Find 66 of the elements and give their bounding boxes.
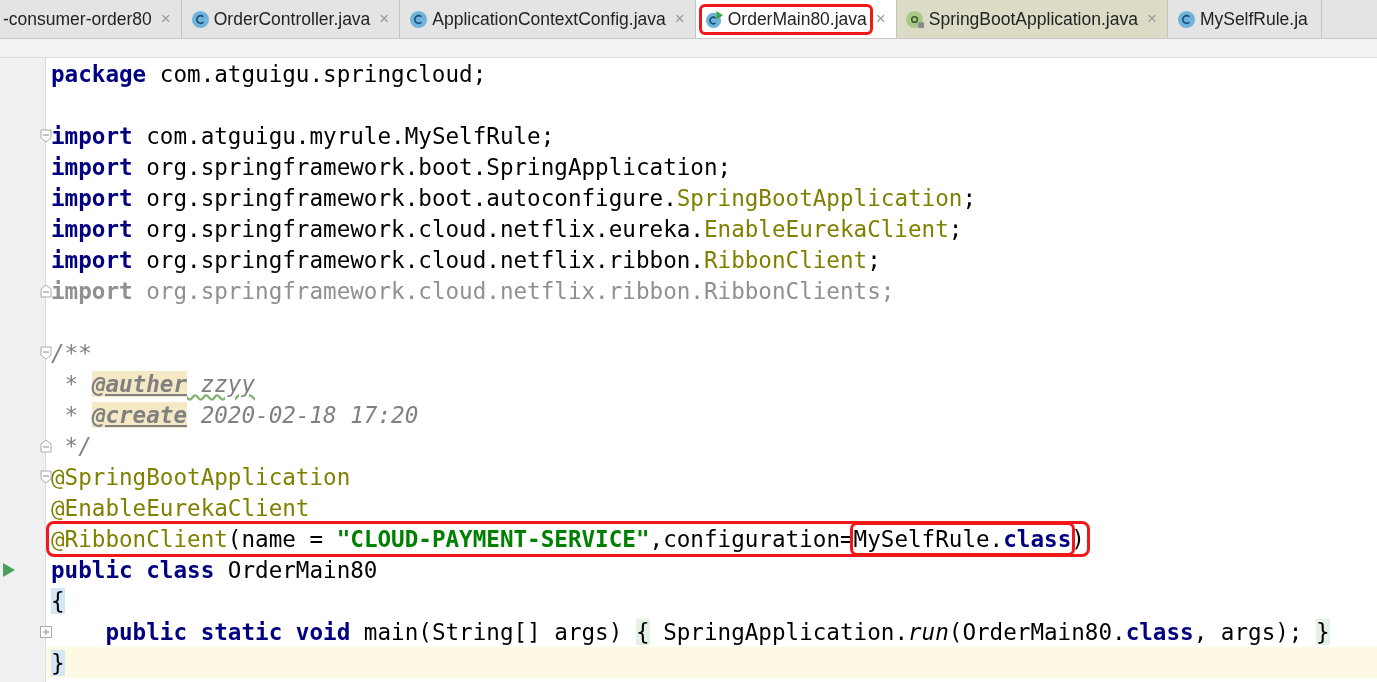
annotation: RibbonClient (703, 246, 868, 273)
brace: } (51, 649, 65, 676)
run-icon[interactable] (2, 561, 16, 578)
folded-brace: { (635, 618, 650, 645)
code-text: ; (948, 215, 963, 242)
code-text: (OrderMain80. (948, 618, 1126, 645)
class-icon (190, 9, 210, 29)
doc-comment: * (63, 401, 80, 428)
annotation: SpringBootApplication (676, 184, 963, 211)
highlight-box: MySelfRule.class (853, 525, 1072, 552)
editor-tab[interactable]: SpringBootApplication.java × (896, 0, 1168, 38)
class-icon (409, 9, 429, 29)
editor-tab[interactable]: OrderMain80.java × (695, 0, 897, 38)
code-text: OrderMain80 (226, 556, 378, 583)
code-text: com.atguigu.springcloud; (158, 60, 487, 87)
folded-brace: } (1316, 618, 1330, 645)
code-text: com.atguigu.myrule.MySelfRule; (145, 122, 555, 149)
doc-comment: 2020-02-18 17:20 (199, 401, 419, 428)
doc-comment: /** (51, 339, 92, 366)
keyword: import (51, 122, 133, 149)
doc-tag: @auther (91, 370, 188, 397)
run-class-icon (704, 9, 724, 29)
code-text: org.springframework.boot.autoconfigure. (145, 184, 677, 211)
editor-tab[interactable]: -consumer-order80 × (0, 0, 182, 38)
doc-comment: * (63, 370, 80, 397)
brace: { (51, 587, 65, 614)
annotation: @EnableEurekaClient (51, 494, 310, 521)
unused-import: import (51, 277, 133, 304)
doc-comment: zzyy (199, 370, 256, 397)
code-text: main(String[] args) (362, 618, 624, 645)
fold-end-icon[interactable] (40, 283, 52, 298)
code-text: (name = (227, 525, 325, 552)
class-icon (1176, 9, 1196, 29)
keyword: package (51, 60, 147, 87)
code-text: ) (1071, 525, 1085, 552)
annotation-lock-icon (905, 9, 925, 29)
code-text: org.springframework.cloud.netflix.eureka. (145, 215, 704, 242)
expand-icon[interactable] (40, 624, 52, 639)
code-text: ; (867, 246, 881, 273)
keyword: import (51, 184, 133, 211)
string-literal: "CLOUD-PAYMENT-SERVICE" (336, 525, 650, 552)
unused-import: org.springframework.cloud.netflix.ribbon.RibbonClients; (145, 277, 895, 304)
annotation: @RibbonClient (51, 525, 228, 552)
keyword: public static void (104, 618, 351, 645)
method-name: run (908, 618, 949, 645)
code-text: org.springframework.boot.SpringApplication; (145, 153, 732, 180)
doc-tag: @create (91, 401, 188, 428)
annotation: @SpringBootApplication (51, 463, 351, 490)
fold-icon[interactable] (40, 469, 52, 484)
fold-icon[interactable] (40, 128, 52, 143)
keyword: import (51, 215, 133, 242)
doc-comment: */ (63, 432, 92, 459)
editor-tab[interactable]: MySelfRule.ja (1167, 0, 1322, 38)
code-text: ; (962, 184, 976, 211)
fold-end-icon[interactable] (40, 438, 52, 453)
code-text: , args); (1193, 618, 1304, 645)
keyword: class (1125, 618, 1194, 645)
code-text: SpringApplication. (662, 618, 908, 645)
keyword: public class (51, 556, 215, 583)
keyword: import (51, 246, 133, 273)
code-text: org.springframework.cloud.netflix.ribbon. (145, 246, 704, 273)
editor-tab[interactable]: ApplicationContextConfig.java × (400, 0, 696, 38)
annotation: EnableEurekaClient (703, 215, 949, 242)
editor-tab[interactable]: OrderController.java × (181, 0, 401, 38)
fold-icon[interactable] (40, 345, 52, 360)
keyword: import (51, 153, 133, 180)
